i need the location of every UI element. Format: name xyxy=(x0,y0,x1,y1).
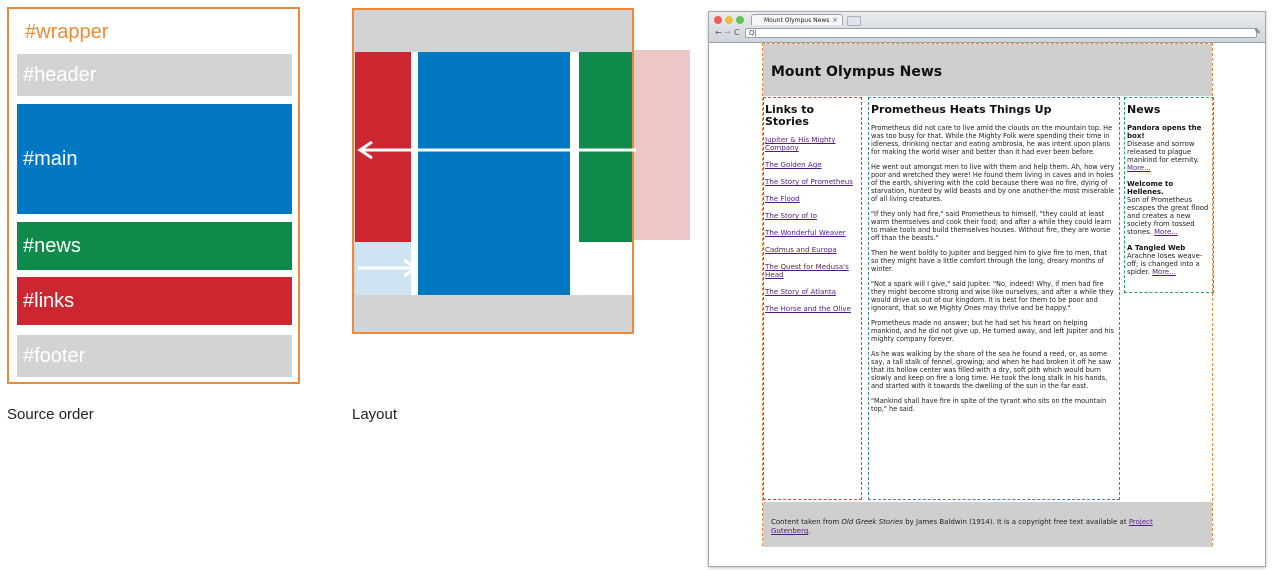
links-column: Links to Stories Jupiter & His Mighty Co… xyxy=(763,97,862,500)
article-heading: Prometheus Heats Things Up xyxy=(871,103,1052,116)
layout-wrapper xyxy=(352,8,636,334)
story-link[interactable]: The Story of Atlanta xyxy=(765,288,861,296)
footer-label: #footer xyxy=(23,344,86,367)
footer-block: #footer xyxy=(17,335,292,377)
article-paragraph: "Mankind shall have fire in spite of the… xyxy=(871,397,1107,413)
article-paragraph: "If they only had fire," said Prometheus… xyxy=(871,210,1112,242)
address-bar[interactable]: Q| xyxy=(745,28,1257,38)
layout-caption: Layout xyxy=(352,406,398,423)
wrapper-label: #wrapper xyxy=(25,21,109,43)
article-paragraph: Prometheus did not care to live amid the… xyxy=(871,124,1113,156)
links-block: #links xyxy=(17,277,292,325)
forward-icon[interactable]: → xyxy=(724,28,731,37)
article-paragraph: Then he went boldly to Jupiter and begge… xyxy=(871,249,1108,273)
footer-middle: by James Baldwin (1914). It is a copyrig… xyxy=(902,518,1129,526)
news-more-link[interactable]: More... xyxy=(1127,164,1151,172)
site-footer: Content taken from Old Greek Stories by … xyxy=(763,502,1212,547)
page-viewport: Mount Olympus News Links to Stories Jupi… xyxy=(709,43,1265,566)
news-item-title: Pandora opens the box! xyxy=(1127,124,1202,140)
reload-icon[interactable]: C xyxy=(734,28,740,37)
news-block: #news xyxy=(17,222,292,270)
main-block: #main xyxy=(17,104,292,214)
close-light-icon[interactable] xyxy=(714,16,722,24)
links-heading: Links to Stories xyxy=(765,103,815,128)
story-link[interactable]: The Story of Io xyxy=(765,212,861,220)
main-label: #main xyxy=(23,147,78,170)
story-link[interactable]: The Flood xyxy=(765,195,861,203)
main-column: Prometheus Heats Things Up Prometheus di… xyxy=(868,97,1120,500)
source-order-caption: Source order xyxy=(7,406,94,423)
story-link[interactable]: The Quest for Medusa's Head xyxy=(765,263,861,279)
site-header: Mount Olympus News xyxy=(763,44,1212,96)
news-item-body: Arachne loses weave-off; is changed into… xyxy=(1127,252,1211,276)
zoom-light-icon[interactable] xyxy=(736,16,744,24)
source-order-wrapper: #wrapper #header #main #news #links #foo… xyxy=(7,7,300,384)
arrow-left-icon xyxy=(357,140,636,160)
news-item-title: Welcome to Hellenes. xyxy=(1127,180,1174,196)
news-label: #news xyxy=(23,234,81,257)
news-more-link[interactable]: More... xyxy=(1154,228,1178,236)
site-title: Mount Olympus News xyxy=(771,64,943,80)
news-more-link[interactable]: More... xyxy=(1152,268,1176,276)
news-column: News Pandora opens the box! Disease and … xyxy=(1124,97,1214,293)
back-icon[interactable]: ← xyxy=(715,28,722,37)
news-item-title: A Tangled Web xyxy=(1127,244,1186,252)
new-tab-icon[interactable] xyxy=(847,16,861,26)
article-paragraph: He went out amongst men to live with the… xyxy=(871,163,1115,203)
footer-text: Content taken from Old Greek Stories by … xyxy=(771,518,1191,536)
layout-arrows xyxy=(357,140,636,278)
article-paragraph: Prometheus made no answer; but he had se… xyxy=(871,319,1114,343)
story-link[interactable]: Cadmus and Europa xyxy=(765,246,861,254)
arrow-right-icon xyxy=(358,258,419,278)
browser-window: Mount Olympus News × ← → C Q| ✎ Mount Ol… xyxy=(708,11,1266,567)
footer-book-title: Old Greek Stories xyxy=(841,518,903,526)
site-wrapper: Mount Olympus News Links to Stories Jupi… xyxy=(762,43,1214,547)
minimize-light-icon[interactable] xyxy=(725,16,733,24)
wrench-icon[interactable]: ✎ xyxy=(1254,27,1261,36)
story-link[interactable]: The Horse and the Olive xyxy=(765,305,861,313)
news-heading: News xyxy=(1127,103,1161,116)
tab-close-icon[interactable]: × xyxy=(832,15,838,26)
article-paragraph: "Not a spark will I give," said Jupiter.… xyxy=(871,280,1114,312)
news-item-body: Disease and sorrow released to plague ma… xyxy=(1127,140,1211,172)
ghost-news-original-position xyxy=(634,50,690,240)
story-link[interactable]: The Wonderful Weaver xyxy=(765,229,861,237)
browser-tab[interactable]: Mount Olympus News × xyxy=(751,14,843,25)
news-item-body: Son of Prometheus escapes the great floo… xyxy=(1127,196,1211,236)
header-label: #header xyxy=(23,63,97,86)
footer-prefix: Content taken from xyxy=(771,518,842,526)
header-block: #header xyxy=(17,54,292,96)
browser-toolbar: Mount Olympus News × ← → C Q| ✎ xyxy=(709,12,1265,43)
news-item-text: Disease and sorrow released to plague ma… xyxy=(1127,140,1199,164)
links-label: #links xyxy=(23,289,75,312)
story-link[interactable]: The Golden Age xyxy=(765,161,861,169)
footer-suffix: . xyxy=(808,527,811,535)
article-paragraph: As he was walking by the shore of the se… xyxy=(871,350,1112,390)
story-link[interactable]: The Story of Prometheus xyxy=(765,178,861,186)
story-link[interactable]: Jupiter & His Mighty Company xyxy=(765,136,861,152)
tab-title: Mount Olympus News xyxy=(764,17,830,24)
